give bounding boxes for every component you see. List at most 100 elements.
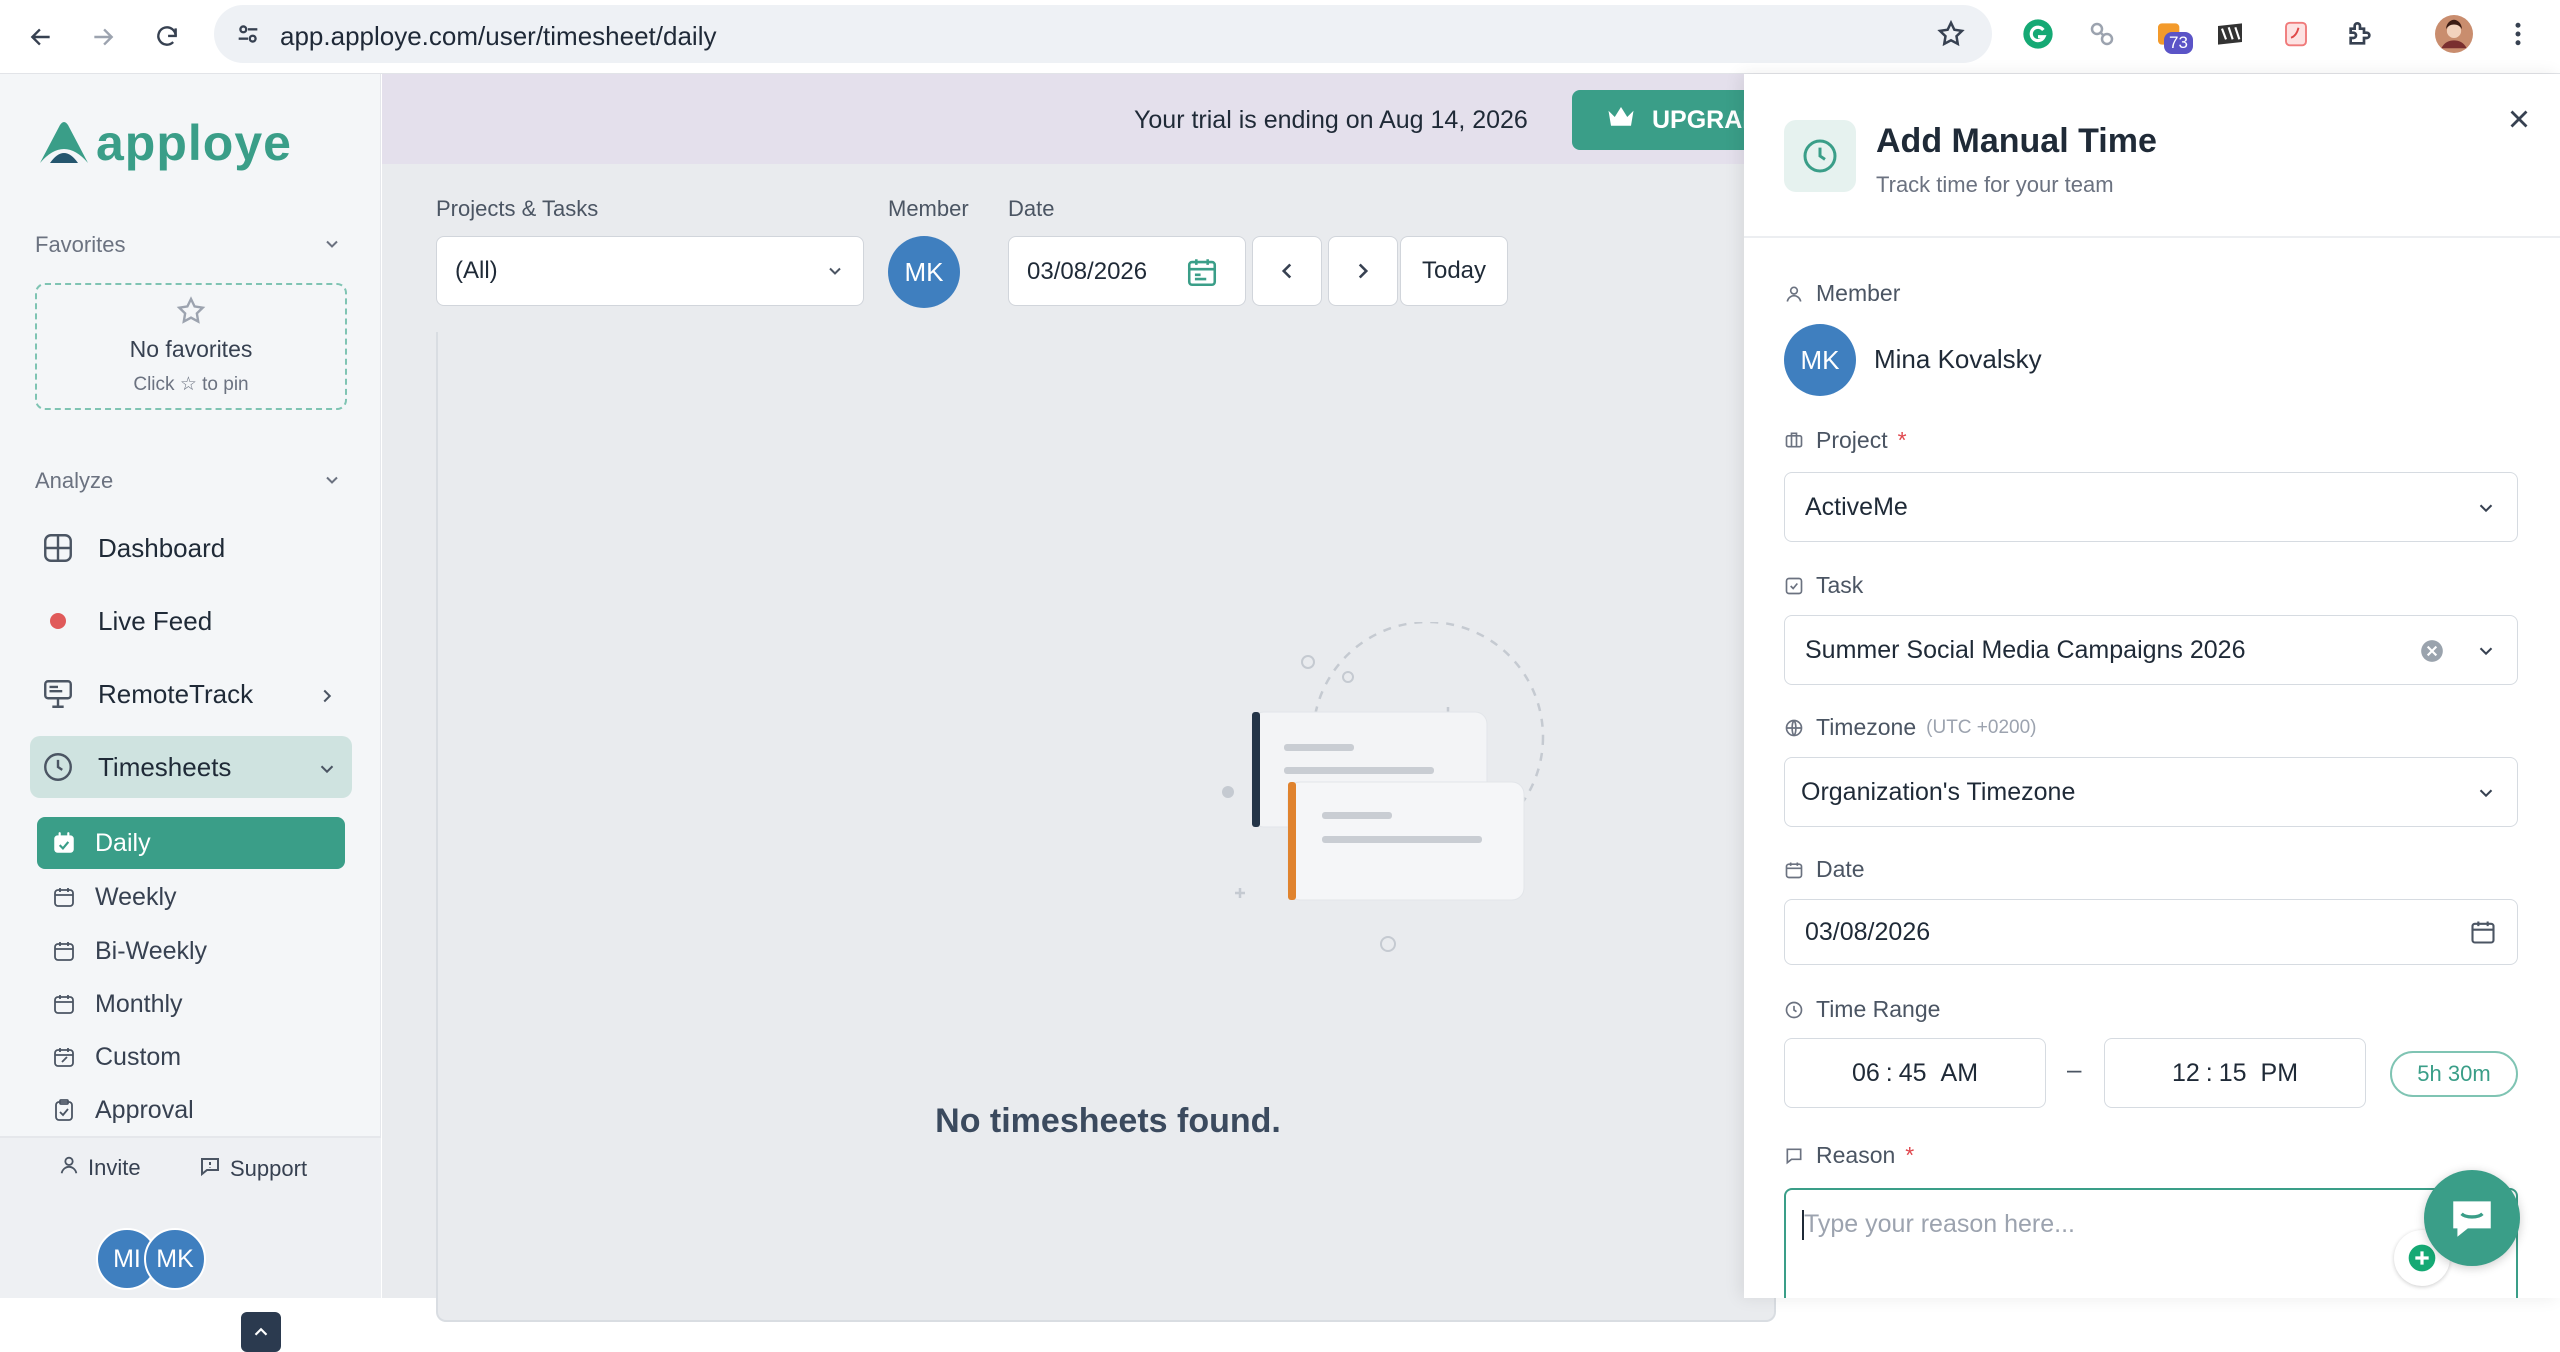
calendar-icon [51, 991, 77, 1017]
upgrade-button[interactable]: UPGRADE [1572, 90, 1772, 150]
logo-mark-icon [40, 122, 88, 163]
site-settings-icon[interactable] [234, 20, 262, 53]
date-field-label: Date [1816, 856, 1865, 882]
sidebar-subitem-custom[interactable]: Custom [37, 1031, 345, 1083]
grammarly-icon[interactable] [2018, 14, 2058, 54]
project-value: ActiveMe [1805, 493, 1908, 521]
sidebar-subitem-label: Weekly [95, 882, 177, 911]
sidebar-subitem-approval[interactable]: Approval [37, 1084, 345, 1136]
reload-icon[interactable] [144, 14, 190, 60]
pin-hint-pre: Click [133, 374, 175, 395]
chat-icon [2453, 1201, 2491, 1237]
projects-tasks-value: (All) [455, 257, 498, 284]
chevron-down-icon [825, 261, 845, 286]
end-time-input[interactable]: 12 : 15 PM [2104, 1038, 2366, 1108]
date-input[interactable]: 03/08/2026 [1784, 899, 2518, 965]
sidebar-item-live-feed[interactable]: Live Feed [30, 590, 352, 652]
analyze-section-label: Analyze [35, 468, 114, 493]
sidebar-subitem-label: Bi-Weekly [95, 936, 208, 965]
date-value: 03/08/2026 [1027, 258, 1148, 285]
date-picker[interactable]: 03/08/2026 [1008, 236, 1246, 306]
previous-day-button[interactable] [1252, 236, 1322, 306]
project-select[interactable]: ActiveMe [1784, 472, 2518, 542]
end-period[interactable]: PM [2261, 1059, 2299, 1088]
task-select[interactable]: Summer Social Media Campaigns 2026 [1784, 615, 2518, 685]
pin-hint: Click ☆ to pin [37, 373, 345, 396]
member-name: Mina Kovalsky [1874, 344, 2042, 374]
extension-badge-count: 73 [2164, 32, 2193, 54]
clear-icon[interactable] [2419, 638, 2445, 669]
chevron-down-icon [2475, 782, 2497, 809]
browser-menu-icon[interactable] [2498, 14, 2538, 54]
avatar[interactable]: MK [144, 1228, 206, 1290]
clock-icon [1784, 120, 1856, 192]
sidebar-item-timesheets[interactable]: Timesheets [30, 736, 352, 798]
member-avatar: MK [1784, 324, 1856, 396]
extension-film-icon[interactable] [2210, 14, 2250, 54]
calendar-icon [1784, 860, 1806, 882]
extension-link-icon[interactable] [2082, 14, 2122, 54]
calendar-edit-icon [51, 1044, 77, 1070]
sidebar-subitem-monthly[interactable]: Monthly [37, 978, 345, 1030]
bookmark-star-icon[interactable] [1936, 19, 1966, 54]
monitor-icon [40, 676, 76, 712]
support-chat-icon [198, 1154, 222, 1184]
reason-textarea[interactable]: Type your reason here... [1784, 1188, 2518, 1298]
back-icon[interactable] [18, 14, 64, 60]
start-minute[interactable]: 45 [1899, 1059, 1927, 1088]
time-range-field-label: Time Range [1816, 996, 1941, 1022]
sidebar-subitem-bi-weekly[interactable]: Bi-Weekly [37, 925, 345, 977]
address-bar[interactable]: app.apploye.com/user/timesheet/daily [214, 5, 1992, 63]
extension-badge-icon[interactable]: 73 [2150, 14, 2193, 54]
add-manual-time-panel: Add Manual Time Track time for your team… [1744, 74, 2560, 1298]
invite-button[interactable]: Invite [58, 1154, 141, 1182]
live-dot-icon [40, 603, 76, 639]
sidebar-item-remotetrack[interactable]: RemoteTrack [30, 663, 352, 725]
extensions-puzzle-icon[interactable] [2340, 14, 2380, 54]
start-time-input[interactable]: 06 : 45 AM [1784, 1038, 2046, 1108]
timezone-value: Organization's Timezone [1801, 778, 2076, 806]
favorites-chevron-icon[interactable] [322, 234, 344, 256]
member-label: Member [888, 196, 969, 221]
calendar-icon [51, 938, 77, 964]
invite-label: Invite [88, 1155, 141, 1180]
profile-avatar[interactable] [2434, 14, 2474, 54]
dashboard-icon [40, 530, 76, 566]
required-mark: * [1905, 1142, 1915, 1168]
member-avatar[interactable]: MK [888, 236, 960, 308]
calendar-icon [51, 884, 77, 910]
logo[interactable]: apploye [36, 114, 292, 172]
start-hour[interactable]: 06 [1852, 1059, 1880, 1088]
forward-icon[interactable] [80, 14, 126, 60]
clock-icon [40, 749, 76, 785]
analyze-chevron-icon[interactable] [322, 470, 344, 492]
end-hour[interactable]: 12 [2172, 1059, 2200, 1088]
sidebar-item-dashboard[interactable]: Dashboard [30, 517, 352, 579]
task-field-label: Task [1816, 572, 1864, 598]
expand-up-button[interactable] [241, 1312, 281, 1352]
start-period[interactable]: AM [1941, 1059, 1979, 1088]
extension-pdf-icon[interactable] [2276, 14, 2316, 54]
panel-subtitle: Track time for your team [1876, 172, 2114, 197]
empty-state-illustration [1222, 622, 1545, 952]
task-value: Summer Social Media Campaigns 2026 [1805, 636, 2246, 664]
end-minute[interactable]: 15 [2219, 1059, 2247, 1088]
clock-small-icon [1784, 1000, 1806, 1022]
timezone-select[interactable]: Organization's Timezone [1784, 757, 2518, 827]
required-mark: * [1897, 427, 1907, 453]
calendar-icon [2469, 918, 2497, 951]
support-button[interactable]: Support [198, 1154, 307, 1184]
next-day-button[interactable] [1328, 236, 1398, 306]
pin-hint-post: to pin [202, 374, 249, 395]
user-icon [1784, 284, 1806, 306]
projects-tasks-select[interactable]: (All) [436, 236, 864, 306]
globe-icon [1784, 718, 1806, 740]
crown-icon [1606, 104, 1636, 137]
trial-banner: Your trial is ending on Aug 14, 2026 UPG… [382, 74, 1772, 164]
sidebar-subitem-daily[interactable]: Daily [37, 817, 345, 869]
close-icon[interactable] [2504, 104, 2534, 139]
today-button[interactable]: Today [1400, 236, 1508, 306]
chat-widget-button[interactable] [2424, 1170, 2520, 1266]
url-text[interactable]: app.apploye.com/user/timesheet/daily [280, 21, 716, 52]
sidebar-subitem-weekly[interactable]: Weekly [37, 871, 345, 923]
